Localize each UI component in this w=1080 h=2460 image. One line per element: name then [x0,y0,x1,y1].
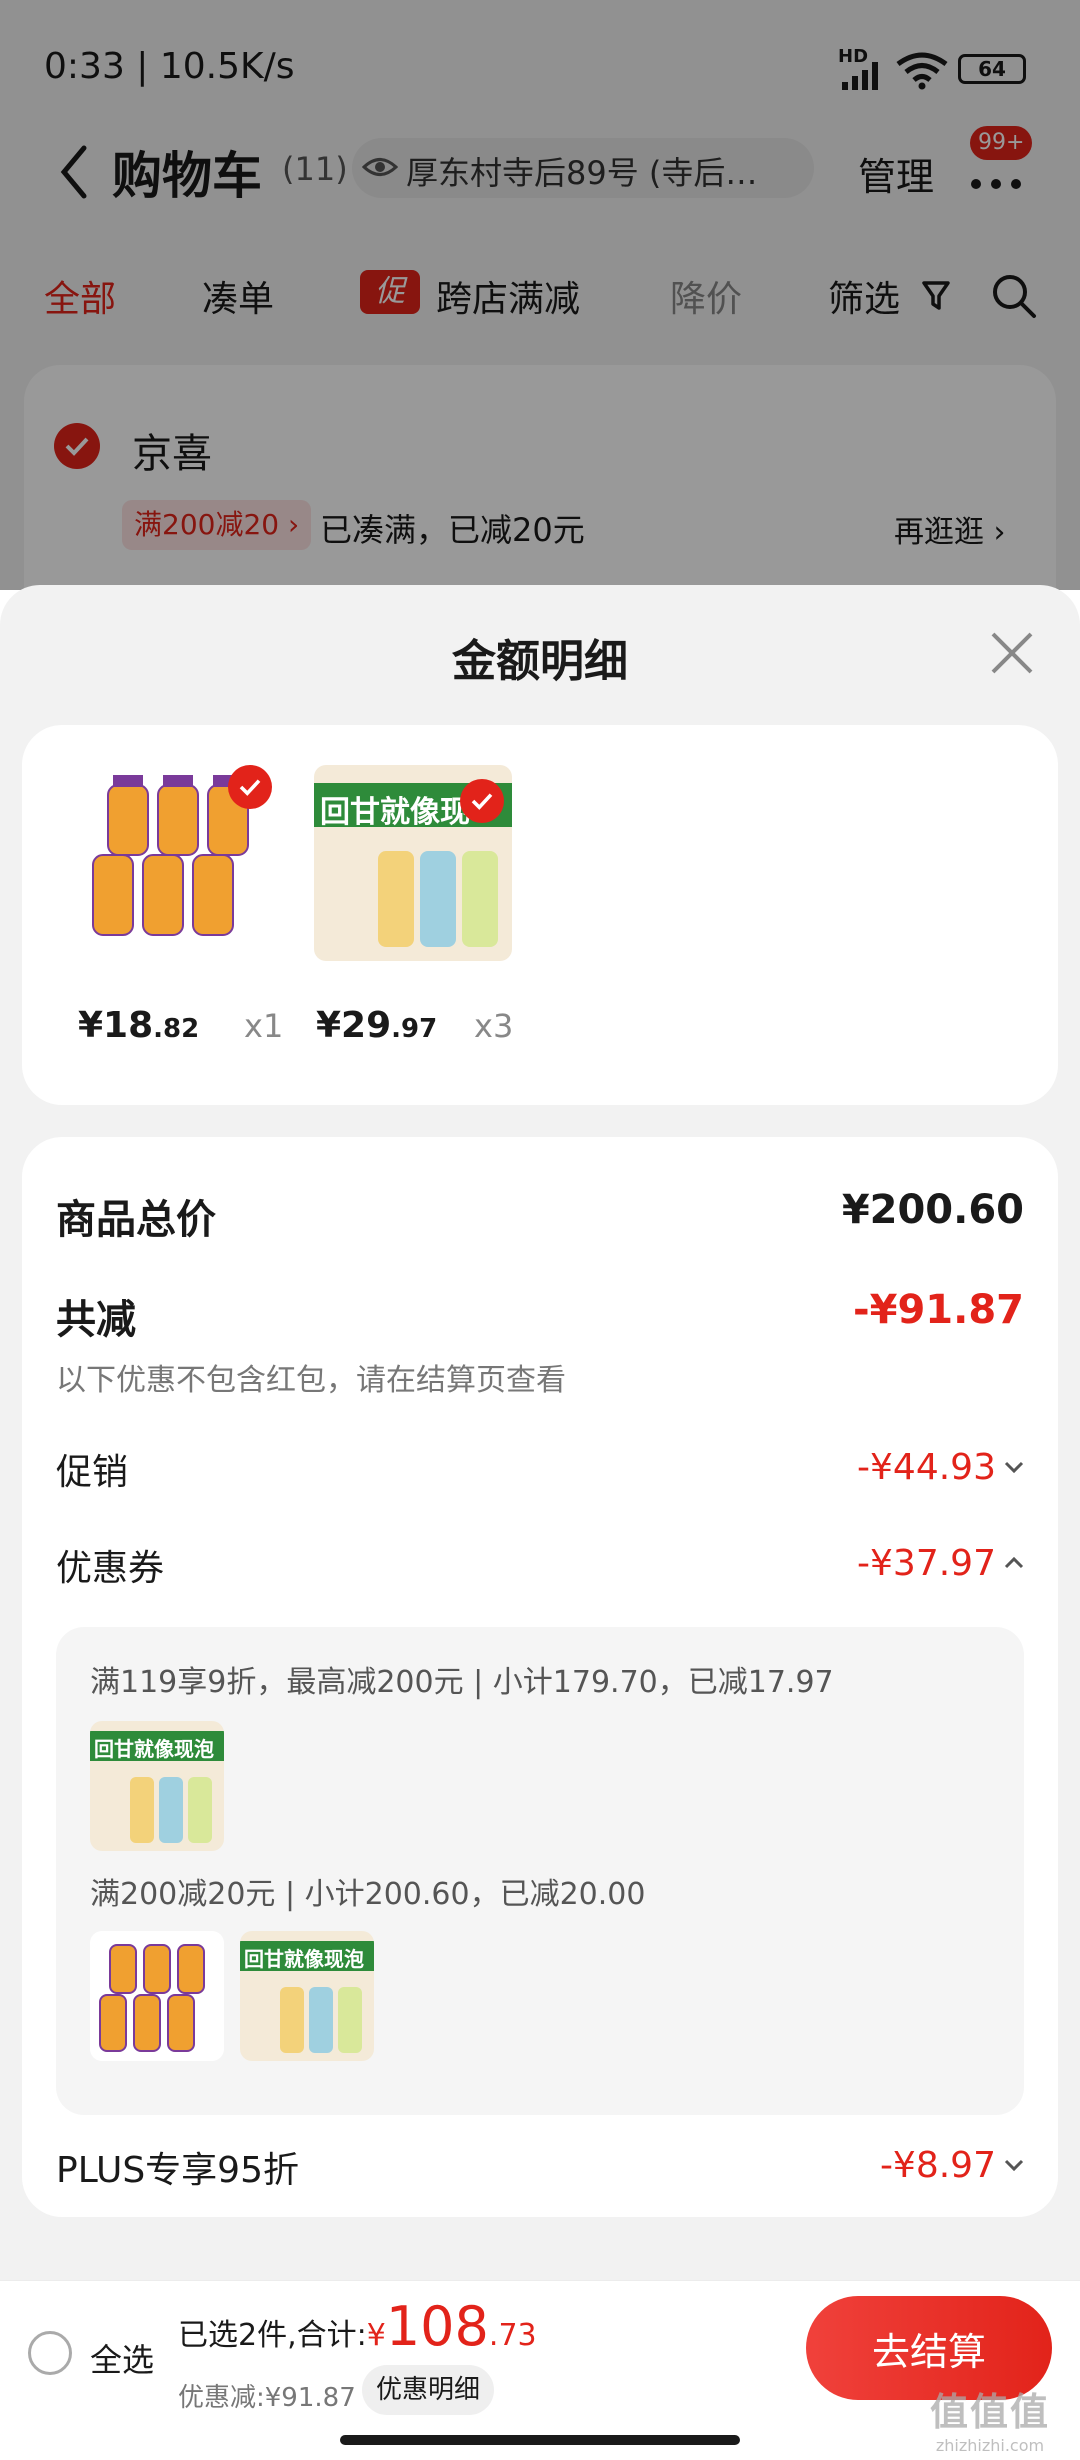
dim-overlay [0,0,1080,590]
total-main: 108 [385,2295,489,2358]
total-value: ¥200.60 [841,1187,1024,1233]
reduce-label: 共减 [56,1297,136,1343]
item-selected-badge [460,779,504,823]
price-decimal: .82 [153,1014,200,1044]
item-selected-badge [228,765,272,809]
close-icon[interactable] [990,631,1034,675]
thumb-banner-text: 回甘就像现泡 [94,1737,214,1761]
tea-bottles-image [99,1944,205,2052]
green-tea-bottles-image [280,1987,362,2053]
price-main: ¥29 [316,1005,392,1046]
item-price-1: ¥18.82 [78,1005,199,1046]
selected-text: 已选2件,合计: [178,2318,367,2353]
thumb-banner-text: 回甘就像现泡 [320,795,470,830]
home-indicator [340,2435,740,2445]
summary-card: 商品总价 ¥200.60 共减 -¥91.87 以下优惠不包含红包，请在结算页查… [22,1137,1058,2217]
plus-row-toggle[interactable]: -¥8.97 [880,2141,1024,2189]
chevron-down-icon [1004,1461,1024,1474]
sheet-title: 金额明细 [452,636,628,687]
coupon-product-thumb: 回甘就像现泡 [90,1721,224,1851]
plus-value: -¥8.97 [879,2144,996,2186]
check-icon [471,793,493,810]
select-all-label[interactable]: 全选 [90,2335,154,2381]
checkout-label: 去结算 [871,2329,986,2374]
coupon-detail-panel: 满119享9折，最高减200元 | 小计179.70，已减17.97 回甘就像现… [56,1627,1024,2115]
coupon-label: 优惠券 [56,1548,165,1589]
checkout-bar: 全选 已选2件,合计: ¥ 108 .73 优惠减:¥91.87 优惠明细 去结… [0,2280,1080,2460]
item-price-2: ¥29.97 [316,1005,437,1046]
watermark-url: zhizhizhi.com [935,2436,1045,2455]
thumb-banner-text: 回甘就像现泡 [244,1947,364,1971]
items-card: ¥18.82 x1 回甘就像现泡 ¥29.97 x3 [22,725,1058,1105]
select-all-checkbox[interactable] [28,2331,72,2375]
promo-label: 促销 [56,1452,129,1493]
total-decimal: .73 [488,2318,537,2353]
reduce-note: 以下优惠不包含红包，请在结算页查看 [56,1363,566,1398]
promo-row-toggle[interactable]: -¥44.93 [857,1443,1024,1491]
product-thumb-tea-bottles[interactable] [78,765,280,961]
discount-detail-button[interactable]: 优惠明细 [362,2365,495,2415]
coupon-desc-2: 满200减20元 | 小计200.60，已减20.00 [90,1877,646,1912]
coupon-product-thumb [90,1931,224,2061]
price-main: ¥18 [78,1005,154,1046]
chevron-up-icon [1004,1556,1024,1569]
currency-symbol: ¥ [366,2318,386,2353]
promo-value: -¥44.93 [857,1446,996,1488]
reduce-value: -¥91.87 [853,1287,1024,1333]
product-thumb-green-tea[interactable]: 回甘就像现泡 [314,765,512,961]
coupon-desc-1: 满119享9折，最高减200元 | 小计179.70，已减17.97 [90,1665,834,1700]
check-icon [239,779,261,796]
green-tea-bottles-image [130,1777,212,1843]
coupon-row-toggle[interactable]: -¥37.97 [857,1539,1024,1587]
coupon-value: -¥37.97 [857,1542,996,1584]
total-summary: 已选2件,合计: ¥ 108 .73 [178,2295,537,2365]
chevron-down-icon [1004,2159,1024,2172]
discount-text: 优惠减:¥91.87 [178,2383,356,2413]
item-qty-2: x3 [474,1007,514,1045]
item-qty-1: x1 [244,1007,284,1045]
price-decimal: .97 [391,1014,438,1044]
watermark: 值值值 zhizhizhi.com [930,2381,1050,2455]
green-tea-bottles-image [378,851,498,947]
watermark-logo: 值值值 [930,2390,1051,2434]
amount-detail-sheet: 金额明细 ¥18.82 x1 回甘就像现泡 [0,585,1080,2285]
total-label: 商品总价 [56,1197,216,1243]
plus-label: PLUS专享95折 [56,2150,299,2191]
coupon-product-thumb: 回甘就像现泡 [240,1931,374,2061]
